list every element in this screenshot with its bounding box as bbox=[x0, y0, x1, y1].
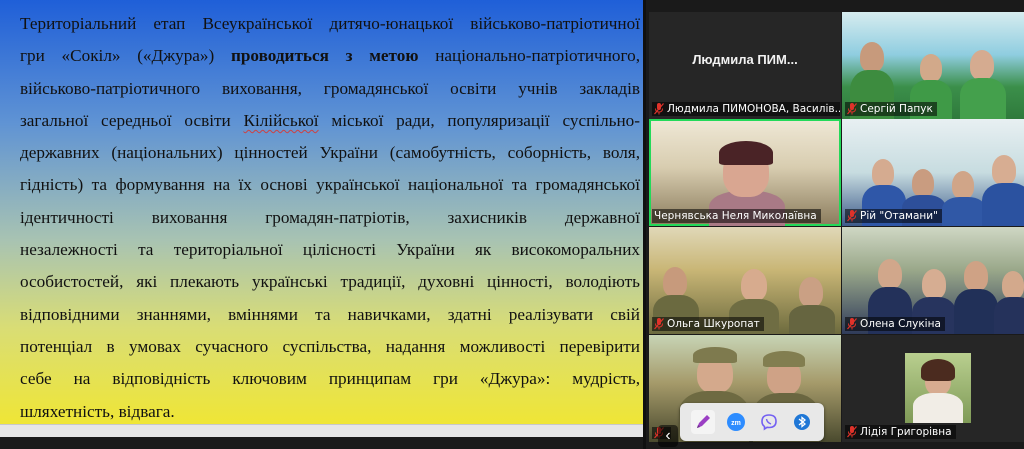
video-gallery: Людмила ПИМ... Людмила ПИМОНОВА, Василів… bbox=[646, 0, 1024, 449]
bold-phrase: проводиться з метою bbox=[230, 46, 419, 66]
slide-line: потенціал в умовах сучасного суспільства… bbox=[20, 336, 640, 356]
participant-video bbox=[920, 54, 942, 82]
avatar bbox=[905, 353, 971, 423]
muted-mic-icon bbox=[847, 210, 857, 222]
bluetooth-icon bbox=[793, 414, 810, 430]
video-tile[interactable]: Сергій Папук bbox=[842, 12, 1024, 119]
spellcheck-word: Кілійської bbox=[243, 110, 319, 130]
participant-video bbox=[970, 50, 994, 80]
muted-mic-icon bbox=[847, 103, 857, 115]
participant-video bbox=[860, 42, 884, 72]
chevron-left-icon[interactable]: ‹ bbox=[658, 425, 678, 447]
participant-video bbox=[741, 269, 767, 301]
participant-video bbox=[719, 141, 773, 165]
slide-line: гри «Сокіл» («Джура») проводиться з мето… bbox=[20, 46, 640, 66]
slide-line: відповідними знаннями, вміннями та навич… bbox=[20, 304, 640, 324]
slide-line: незалежності та територіальної цілісност… bbox=[20, 240, 640, 260]
slide-line: ідентичності виховання громадян-патріоті… bbox=[20, 207, 640, 227]
participant-nameplate: Чернявська Неля Миколаївна bbox=[652, 209, 821, 223]
participant-video bbox=[763, 351, 805, 367]
participant-video bbox=[878, 259, 902, 289]
slide-line: себе на відповідність ключовим принципам… bbox=[20, 369, 640, 389]
bluetooth-button[interactable] bbox=[790, 410, 814, 434]
slide-line: загальної середньої освіти Кілійської мі… bbox=[20, 110, 640, 130]
participant-video bbox=[942, 197, 986, 226]
participant-video bbox=[663, 267, 687, 297]
shared-slide: Територіальний етап Всеукраїнської дитяч… bbox=[0, 0, 643, 437]
slide-line: гідність) та формування на їх основі укр… bbox=[20, 175, 640, 195]
zoom-icon: zm bbox=[726, 413, 745, 431]
participant-video bbox=[992, 155, 1016, 185]
slide-paragraph: Територіальний етап Всеукраїнської дитяч… bbox=[20, 8, 640, 428]
participant-video bbox=[960, 78, 1006, 119]
muted-mic-icon bbox=[654, 103, 664, 115]
video-tile[interactable]: Рій "Отамани" bbox=[842, 119, 1024, 226]
muted-mic-icon bbox=[847, 426, 857, 438]
slide-line: державних (національних) цінностей Украї… bbox=[20, 143, 640, 163]
pen-button[interactable] bbox=[690, 410, 715, 434]
participant-video bbox=[982, 183, 1024, 226]
video-tile[interactable]: Олена Слукіна bbox=[842, 227, 1024, 334]
video-tile-active-speaker[interactable]: Чернявська Неля Миколаївна bbox=[649, 119, 841, 226]
slide-bottom-bar bbox=[0, 424, 643, 437]
participant-video bbox=[954, 289, 998, 334]
viber-icon bbox=[760, 414, 777, 431]
participant-video bbox=[994, 297, 1024, 334]
participant-nameplate: Рій "Отамани" bbox=[845, 209, 942, 223]
muted-mic-icon bbox=[847, 318, 857, 330]
slide-line: шляхетність, відвага. bbox=[20, 401, 175, 421]
svg-text:zm: zm bbox=[731, 420, 741, 427]
slide-line: військово-патріотичного виховання, грома… bbox=[20, 78, 640, 98]
muted-mic-icon bbox=[654, 318, 664, 330]
participant-video bbox=[693, 347, 737, 363]
zoom-button[interactable]: zm bbox=[724, 410, 748, 434]
participant-nameplate: Лідія Григорівна bbox=[845, 425, 956, 439]
participant-nameplate: Олена Слукіна bbox=[845, 317, 945, 331]
participant-video bbox=[964, 261, 988, 291]
floating-toolbar: zm bbox=[680, 403, 824, 441]
video-tile[interactable]: Лідія Григорівна bbox=[842, 335, 1024, 442]
participant-video bbox=[1002, 271, 1024, 299]
participant-nameplate: Сергій Папук bbox=[845, 102, 937, 116]
video-tile[interactable]: Ольга Шкуропат bbox=[649, 227, 841, 334]
participant-video bbox=[799, 277, 823, 307]
participant-video bbox=[912, 169, 934, 197]
tile-display-name: Людмила ПИМ... bbox=[692, 52, 798, 67]
participant-nameplate: Ольга Шкуропат bbox=[652, 317, 764, 331]
slide-line: особистостей, які плекають українські тр… bbox=[20, 272, 640, 292]
slide-line: Територіальний етап Всеукраїнської дитяч… bbox=[20, 14, 640, 33]
participant-nameplate: Людмила ПИМОНОВА, Василів... bbox=[652, 102, 840, 116]
participant-video bbox=[922, 269, 946, 299]
pen-icon bbox=[696, 415, 710, 428]
participant-video bbox=[952, 171, 974, 199]
viber-button[interactable] bbox=[757, 410, 781, 434]
participant-video bbox=[872, 159, 894, 187]
participant-video bbox=[789, 305, 835, 334]
video-tile[interactable]: Людмила ПИМ... Людмила ПИМОНОВА, Василів… bbox=[649, 12, 841, 119]
